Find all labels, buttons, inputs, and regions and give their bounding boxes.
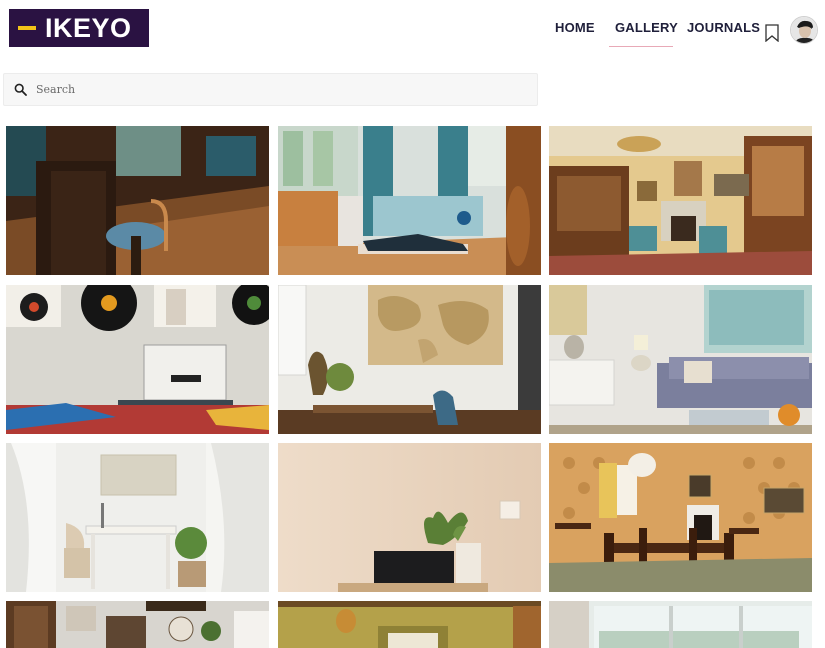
gallery-image-yellow-kitchen[interactable] [278, 601, 541, 648]
gallery-image-grey-sofa[interactable] [549, 285, 812, 434]
gallery-image-record-player[interactable] [6, 285, 269, 434]
gallery-image-bright-window[interactable] [549, 601, 812, 648]
gallery-image-classic-lounge[interactable] [549, 126, 812, 275]
gallery-image-dining-room[interactable] [549, 443, 812, 592]
gallery-image-world-map[interactable] [278, 285, 541, 434]
gallery-image-vintage-room[interactable] [6, 126, 269, 275]
gallery-grid [0, 0, 825, 648]
gallery-image-living-room-woman[interactable] [278, 126, 541, 275]
gallery-image-plant-laptop[interactable] [278, 443, 541, 592]
gallery-image-shelf-clock[interactable] [6, 601, 269, 648]
gallery-image-white-desk[interactable] [6, 443, 269, 592]
